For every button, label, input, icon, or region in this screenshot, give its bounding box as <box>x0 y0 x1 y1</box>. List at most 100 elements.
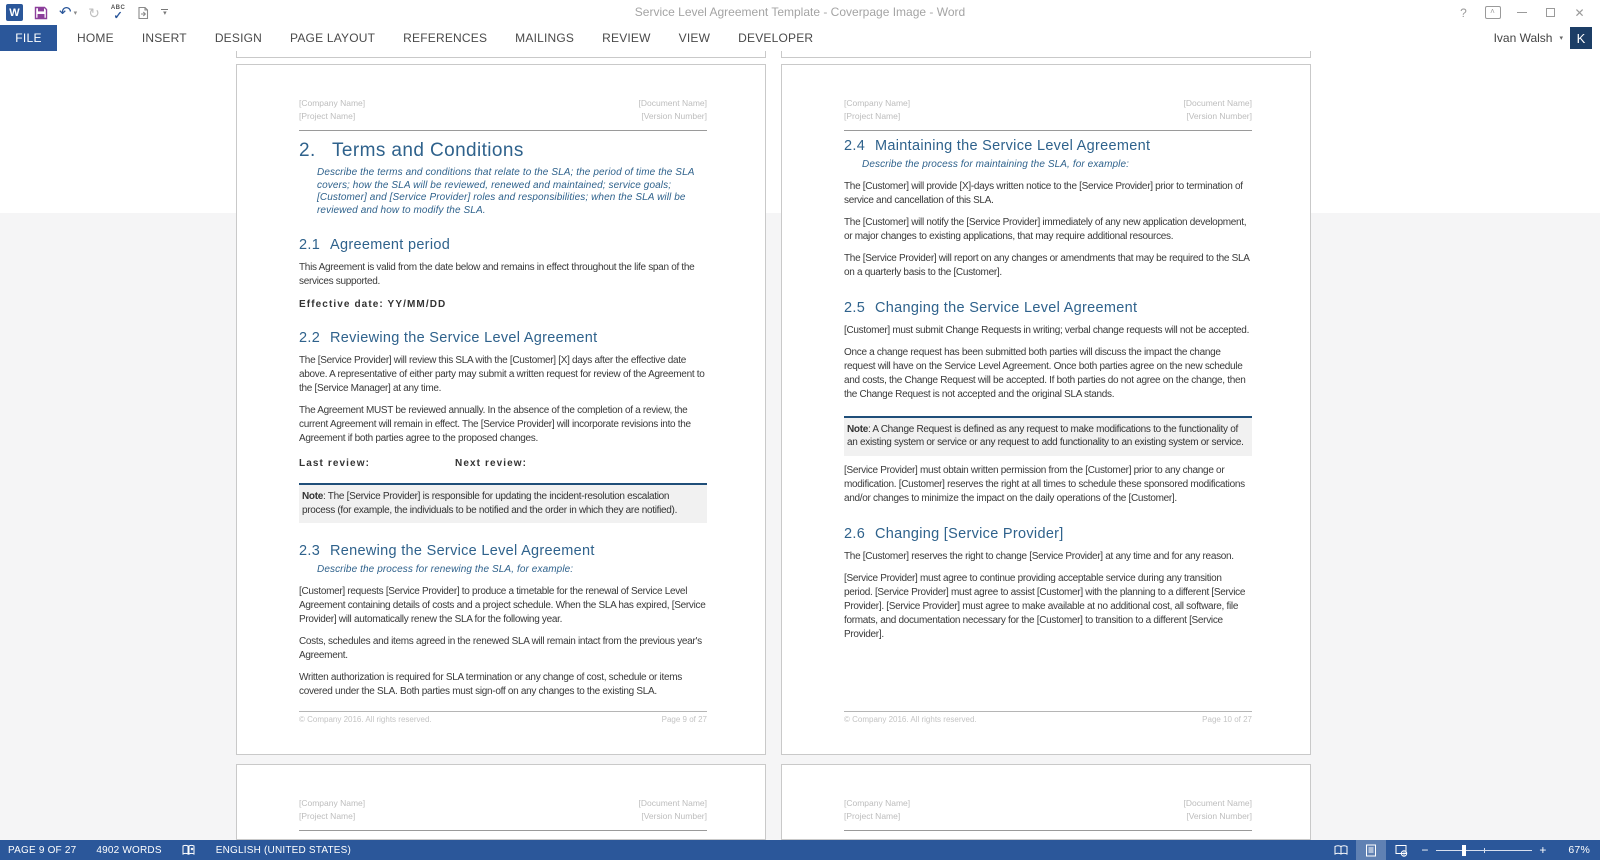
status-word-count[interactable]: 4902 WORDS <box>96 845 161 856</box>
ribbon-tab-references[interactable]: REFERENCES <box>389 25 501 51</box>
open-recent-file-icon[interactable] <box>136 4 150 22</box>
header-project: [Project Name] <box>844 811 901 821</box>
page-footer: © Company 2016. All rights reserved. Pag… <box>299 711 707 724</box>
ribbon-tab-developer[interactable]: DEVELOPER <box>724 25 827 51</box>
status-bar: PAGE 9 OF 27 4902 WORDS ENGLISH (UNITED … <box>0 840 1600 860</box>
body-paragraph: The [Customer] will notify the [Service … <box>844 216 1247 242</box>
document-page-11-partial[interactable]: [Company Name] [Project Name] [Document … <box>236 764 766 840</box>
header-company: [Company Name] <box>299 798 366 808</box>
guidance-text: Describe the terms and conditions that r… <box>317 167 695 216</box>
header-document: [Document Name] <box>1183 98 1253 108</box>
account-user-name[interactable]: Ivan Walsh <box>1494 31 1553 45</box>
body-paragraph: The [Customer] will provide [X]-days wri… <box>844 180 1243 206</box>
zoom-slider[interactable] <box>1436 840 1532 860</box>
document-page-9[interactable]: [Company Name] [Project Name] [Document … <box>236 64 766 755</box>
status-language[interactable]: ENGLISH (UNITED STATES) <box>216 845 351 856</box>
header-company: [Company Name] <box>844 798 911 808</box>
body-paragraph: Costs, schedules and items agreed in the… <box>299 635 702 661</box>
section-heading: 2.3 Renewing the Service Level Agreement <box>299 543 595 559</box>
help-icon[interactable]: ? <box>1449 0 1478 25</box>
body-paragraph: [Service Provider] must obtain written p… <box>844 464 1245 504</box>
zoom-slider-midpoint <box>1484 848 1485 853</box>
section-heading: 2.4 Maintaining the Service Level Agreeme… <box>844 138 1151 154</box>
file-tab[interactable]: FILE <box>0 25 57 51</box>
ribbon-tab-review[interactable]: REVIEW <box>588 25 665 51</box>
spelling-grammar-icon[interactable]: ABC ✓ <box>111 4 126 22</box>
page-header: [Company Name] [Project Name] [Document … <box>299 797 707 831</box>
ribbon-tab-page-layout[interactable]: PAGE LAYOUT <box>276 25 389 51</box>
page-content: 2. Terms and Conditions Describe the terms… <box>299 140 707 699</box>
page-header: [Company Name] [Project Name] [Document … <box>844 797 1252 831</box>
ribbon-tab-insert[interactable]: INSERT <box>128 25 201 51</box>
bold-field-line: Effective date: YY/MM/DD <box>299 299 447 310</box>
body-paragraph: [Service Provider] must agree to continu… <box>844 572 1246 640</box>
guidance-text: Describe the process for renewing the SL… <box>317 564 574 575</box>
page-footer: © Company 2016. All rights reserved. Pag… <box>844 711 1252 724</box>
header-document: [Document Name] <box>638 798 708 808</box>
zoom-out-icon[interactable]: − <box>1416 843 1434 857</box>
close-icon[interactable]: ✕ <box>1565 0 1594 25</box>
chapter-heading: 2. Terms and Conditions <box>299 140 524 161</box>
header-company: [Company Name] <box>299 98 366 108</box>
zoom-percentage[interactable]: 67% <box>1556 844 1590 856</box>
note-box: Note: A Change Request is defined as any… <box>844 415 1252 456</box>
customize-qat-icon[interactable]: ▾ <box>161 4 169 22</box>
body-paragraph: [Customer] requests [Service Provider] t… <box>299 585 706 625</box>
undo-dropdown-caret[interactable]: ▾ <box>74 9 78 17</box>
body-paragraph: The Agreement MUST be reviewed annually.… <box>299 405 691 444</box>
note-box: Note: The [Service Provider] is responsi… <box>299 483 707 523</box>
word-app-icon: W <box>6 4 23 22</box>
proofing-errors-icon[interactable] <box>182 844 196 856</box>
section-heading: 2.2 Reviewing the Service Level Agreement <box>299 330 598 346</box>
ribbon-tab-mailings[interactable]: MAILINGS <box>501 25 588 51</box>
ribbon-tab-row: FILE HOME INSERT DESIGN PAGE LAYOUT REFERENC… <box>0 25 1600 51</box>
ribbon-tab-view[interactable]: VIEW <box>665 25 724 51</box>
page-content: 2.4 Maintaining the Service Level Agreeme… <box>844 138 1252 642</box>
redo-icon[interactable]: ↻ <box>88 4 100 22</box>
undo-icon[interactable]: ↶ ▾ <box>59 4 77 22</box>
status-page-indicator[interactable]: PAGE 9 OF 27 <box>8 845 76 856</box>
window-controls: ? ˄ ✕ <box>1449 0 1594 25</box>
header-document: [Document Name] <box>1183 798 1253 808</box>
previous-page-bottom-right <box>781 51 1311 58</box>
minimize-icon[interactable] <box>1507 0 1536 25</box>
body-paragraph: The [Service Provider] will review this … <box>299 355 705 394</box>
ribbon-tab-design[interactable]: DESIGN <box>201 25 276 51</box>
footer-page-number: Page 10 of 27 <box>1202 715 1252 724</box>
status-bar-right: − + 67% <box>1326 840 1594 860</box>
zoom-in-icon[interactable]: + <box>1534 843 1552 857</box>
document-page-10[interactable]: [Company Name] [Project Name] [Document … <box>781 64 1311 755</box>
header-project: [Project Name] <box>299 111 356 121</box>
web-layout-icon[interactable] <box>1386 840 1416 860</box>
section-heading: 2.1 Agreement period <box>299 237 451 253</box>
window-title: Service Level Agreement Template - Cover… <box>634 5 966 19</box>
page-header: [Company Name] [Project Name] [Document … <box>844 97 1252 131</box>
ribbon-tab-home[interactable]: HOME <box>63 25 128 51</box>
document-page-12-partial[interactable]: [Company Name] [Project Name] [Document … <box>781 764 1311 840</box>
header-document: [Document Name] <box>638 98 708 108</box>
header-version: [Version Number] <box>641 111 707 121</box>
header-version: [Version Number] <box>1186 811 1252 821</box>
header-version: [Version Number] <box>641 811 707 821</box>
footer-page-number: Page 9 of 27 <box>661 715 707 724</box>
header-company: [Company Name] <box>844 98 911 108</box>
footer-copyright: © Company 2016. All rights reserved. <box>844 715 977 724</box>
read-mode-icon[interactable] <box>1326 840 1356 860</box>
document-canvas: [Company Name] [Project Name] [Document … <box>0 51 1600 840</box>
restore-icon[interactable] <box>1536 0 1565 25</box>
header-version: [Version Number] <box>1186 111 1252 121</box>
zoom-slider-thumb[interactable] <box>1462 845 1466 856</box>
body-paragraph: [Customer] must submit Change Requests i… <box>844 324 1250 336</box>
account-caret-icon[interactable]: ▾ <box>1559 34 1563 42</box>
quick-access-toolbar: W ↶ ▾ ↻ ABC ✓ ▾ <box>6 0 169 25</box>
body-paragraph: Once a change request has been submitted… <box>844 346 1246 400</box>
body-paragraph: This Agreement is valid from the date be… <box>299 262 695 287</box>
page-header: [Company Name] [Project Name] [Document … <box>299 97 707 131</box>
next-review-label: Next review: <box>455 458 528 469</box>
ribbon-display-options-icon[interactable]: ˄ <box>1478 0 1507 25</box>
print-layout-icon[interactable] <box>1356 840 1386 860</box>
save-icon[interactable] <box>34 4 48 22</box>
footer-copyright: © Company 2016. All rights reserved. <box>299 715 432 724</box>
body-paragraph: The [Customer] reserves the right to cha… <box>844 550 1234 562</box>
avatar[interactable]: K <box>1570 27 1592 49</box>
